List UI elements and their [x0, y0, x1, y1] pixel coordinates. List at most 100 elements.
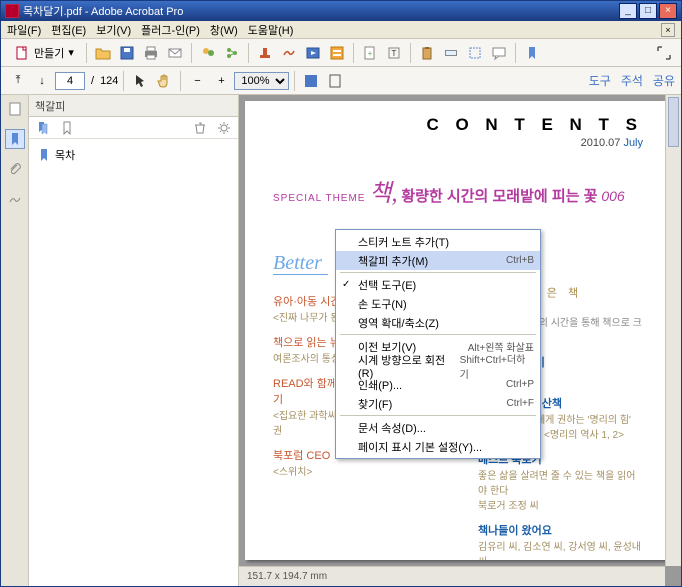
bookmark-item-root[interactable]: 목차 — [37, 145, 230, 165]
menu-window[interactable]: 창(W) — [210, 22, 238, 38]
menu-plugin[interactable]: 플러그-인(P) — [141, 22, 200, 38]
link-tools[interactable]: 도구 — [589, 72, 611, 89]
expand-button[interactable] — [653, 42, 675, 64]
print-button[interactable] — [140, 42, 162, 64]
menu-file[interactable]: 파일(F) — [7, 22, 41, 38]
comment-button[interactable] — [488, 42, 510, 64]
fit-icon — [327, 73, 343, 89]
save-copy-button[interactable] — [300, 70, 322, 92]
special-theme-line: SPECIAL THEME 책, 황량한 시간의 모래밭에 피는 꽃 006 — [273, 173, 643, 208]
page-thumb-icon — [7, 101, 23, 117]
gear-icon — [217, 121, 231, 135]
context-menu-item[interactable]: 손 도구(N) — [336, 294, 540, 313]
minimize-button[interactable]: _ — [619, 3, 637, 19]
mail-icon — [167, 45, 183, 61]
insert-page-icon[interactable]: + — [359, 42, 381, 64]
sign-button[interactable] — [278, 42, 300, 64]
prev-page-button[interactable]: ↓ — [31, 70, 53, 92]
fitpage-button[interactable] — [324, 70, 346, 92]
comment-icon — [491, 45, 507, 61]
zoom-out-button[interactable]: − — [186, 70, 208, 92]
menu-help[interactable]: 도움말(H) — [248, 22, 294, 38]
titlebar: 목차달기.pdf - Adobe Acrobat Pro _ □ × — [1, 1, 681, 21]
bookmark-icon — [524, 45, 540, 61]
zoom-select[interactable]: 100% — [234, 72, 289, 90]
people-icon — [200, 45, 216, 61]
context-menu-item[interactable]: 페이지 표시 기본 설정(Y)... — [336, 437, 540, 456]
context-menu-item[interactable]: 인쇄(P)...Ctrl+P — [336, 375, 540, 394]
attachments-tab[interactable] — [5, 159, 25, 179]
context-menu-item[interactable]: 시계 방향으로 회전(R)Shift+Ctrl+더하기 — [336, 356, 540, 375]
svg-text:T: T — [391, 49, 396, 58]
create-page-icon — [14, 45, 30, 61]
clipboard-button[interactable] — [416, 42, 438, 64]
page-total: 124 — [100, 75, 118, 87]
context-menu-item-label: 책갈피 추가(M) — [358, 253, 428, 269]
maximize-button[interactable]: □ — [639, 3, 657, 19]
form-button[interactable] — [326, 42, 348, 64]
context-menu-item[interactable]: 스티커 노트 추가(T) — [336, 232, 540, 251]
context-menu-item-shortcut: Ctrl+P — [506, 379, 534, 390]
first-page-button[interactable]: ⤒ — [7, 70, 29, 92]
page-input[interactable] — [55, 72, 85, 90]
stamp-icon — [257, 45, 273, 61]
save-button[interactable] — [116, 42, 138, 64]
delete-bookmark-button[interactable] — [192, 120, 208, 136]
pane-title: 책갈피 — [29, 95, 238, 117]
menu-view[interactable]: 보기(V) — [96, 22, 131, 38]
toc-entry: 책나들이 왔어요 김유리 씨, 김소연 씨, 강서영 씨, 윤성내 씨 — [478, 522, 643, 560]
close-button[interactable]: × — [659, 3, 677, 19]
disk-icon — [303, 73, 319, 89]
stamp-button[interactable] — [254, 42, 276, 64]
new-bookmark-from-structure[interactable] — [59, 120, 75, 136]
page-indicator: / 124 — [55, 72, 118, 90]
pane-options-button[interactable] — [216, 120, 232, 136]
window-title: 목차달기.pdf - Adobe Acrobat Pro — [23, 3, 183, 19]
bookmark-ribbon-icon — [7, 131, 23, 147]
multimedia-button[interactable] — [302, 42, 324, 64]
vertical-scrollbar[interactable] — [665, 95, 681, 566]
scroll-thumb[interactable] — [668, 97, 679, 147]
new-bookmark-button[interactable] — [35, 120, 51, 136]
document-viewport[interactable]: C O N T E N T S 2010.07 July SPECIAL THE… — [239, 95, 681, 586]
edit-text-button[interactable]: T — [383, 42, 405, 64]
page-plus-icon: + — [362, 45, 378, 61]
sign-icon — [281, 45, 297, 61]
bookmarks-tab[interactable] — [5, 129, 25, 149]
crop-button[interactable] — [464, 42, 486, 64]
hand-tool-button[interactable] — [153, 70, 175, 92]
contents-label: C O N T E N T S — [273, 115, 643, 135]
create-label: 만들기 — [34, 45, 64, 61]
context-menu-item[interactable]: 영역 확대/축소(Z) — [336, 313, 540, 332]
menu-edit[interactable]: 편집(E) — [51, 22, 86, 38]
bookmark-blue-icon[interactable] — [521, 42, 543, 64]
toolbar-primary: 만들기 ▾ + T — [1, 39, 681, 67]
context-menu-item[interactable]: 선택 도구(E) — [336, 275, 540, 294]
context-menu-item[interactable]: 찾기(F)Ctrl+F — [336, 394, 540, 413]
zoom-in-button[interactable]: + — [210, 70, 232, 92]
trash-icon — [193, 121, 207, 135]
thumbnails-tab[interactable] — [5, 99, 25, 119]
link-comments[interactable]: 주석 — [621, 72, 643, 89]
context-menu-item-label: 페이지 표시 기본 설정(Y)... — [358, 439, 482, 455]
collab-button[interactable] — [197, 42, 219, 64]
signature-icon — [7, 191, 23, 207]
signatures-tab[interactable] — [5, 189, 25, 209]
context-menu-item[interactable]: 책갈피 추가(M) Ctrl+B — [336, 251, 540, 270]
mail-button[interactable] — [164, 42, 186, 64]
context-menu-item-label: 선택 도구(E) — [358, 277, 416, 293]
select-tool-button[interactable] — [129, 70, 151, 92]
context-menu-item-shortcut: Ctrl+B — [506, 255, 534, 266]
create-button[interactable]: 만들기 ▾ — [7, 42, 81, 64]
open-button[interactable] — [92, 42, 114, 64]
link-share[interactable]: 공유 — [653, 72, 675, 89]
text-icon: T — [386, 45, 402, 61]
scan-button[interactable] — [440, 42, 462, 64]
context-menu-item-label: 찾기(F) — [358, 396, 392, 412]
bookmark-tree: 목차 — [29, 139, 238, 171]
menubar-close-doc[interactable]: × — [661, 23, 675, 37]
context-menu-item[interactable]: 문서 속성(D)... — [336, 418, 540, 437]
review-button[interactable] — [221, 42, 243, 64]
toc-entry: 베스트 북로거 좋은 삶을 살려면 줄 수 있는 책을 읽어야 한다 북로거 조… — [478, 451, 643, 512]
multimedia-icon — [305, 45, 321, 61]
